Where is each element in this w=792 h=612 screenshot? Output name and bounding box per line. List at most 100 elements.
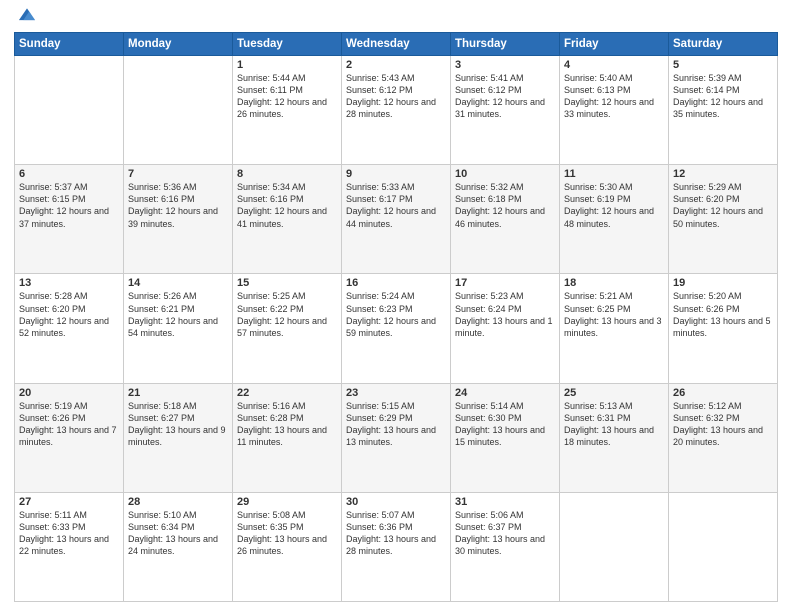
- logo: [14, 14, 38, 26]
- day-number: 29: [237, 496, 337, 508]
- day-number: 2: [346, 59, 446, 71]
- day-number: 11: [564, 168, 664, 180]
- day-number: 7: [128, 168, 228, 180]
- calendar-cell: 2Sunrise: 5:43 AMSunset: 6:12 PMDaylight…: [342, 56, 451, 165]
- day-number: 20: [19, 387, 119, 399]
- day-number: 25: [564, 387, 664, 399]
- day-info: Sunrise: 5:10 AMSunset: 6:34 PMDaylight:…: [128, 509, 228, 558]
- day-number: 9: [346, 168, 446, 180]
- day-info: Sunrise: 5:18 AMSunset: 6:27 PMDaylight:…: [128, 400, 228, 449]
- calendar-week-row: 27Sunrise: 5:11 AMSunset: 6:33 PMDayligh…: [15, 492, 778, 601]
- calendar-cell: 16Sunrise: 5:24 AMSunset: 6:23 PMDayligh…: [342, 274, 451, 383]
- header: [14, 10, 778, 26]
- weekday-header: Monday: [124, 33, 233, 56]
- logo-icon: [16, 4, 38, 26]
- day-info: Sunrise: 5:08 AMSunset: 6:35 PMDaylight:…: [237, 509, 337, 558]
- calendar-cell: 28Sunrise: 5:10 AMSunset: 6:34 PMDayligh…: [124, 492, 233, 601]
- day-info: Sunrise: 5:41 AMSunset: 6:12 PMDaylight:…: [455, 72, 555, 121]
- day-number: 23: [346, 387, 446, 399]
- day-info: Sunrise: 5:32 AMSunset: 6:18 PMDaylight:…: [455, 181, 555, 230]
- day-number: 4: [564, 59, 664, 71]
- day-number: 1: [237, 59, 337, 71]
- calendar-table: SundayMondayTuesdayWednesdayThursdayFrid…: [14, 32, 778, 602]
- calendar-cell: 5Sunrise: 5:39 AMSunset: 6:14 PMDaylight…: [669, 56, 778, 165]
- calendar-cell: 18Sunrise: 5:21 AMSunset: 6:25 PMDayligh…: [560, 274, 669, 383]
- day-info: Sunrise: 5:20 AMSunset: 6:26 PMDaylight:…: [673, 290, 773, 339]
- day-info: Sunrise: 5:06 AMSunset: 6:37 PMDaylight:…: [455, 509, 555, 558]
- calendar-cell: 22Sunrise: 5:16 AMSunset: 6:28 PMDayligh…: [233, 383, 342, 492]
- calendar-cell: 25Sunrise: 5:13 AMSunset: 6:31 PMDayligh…: [560, 383, 669, 492]
- calendar-cell: 13Sunrise: 5:28 AMSunset: 6:20 PMDayligh…: [15, 274, 124, 383]
- calendar-cell: 8Sunrise: 5:34 AMSunset: 6:16 PMDaylight…: [233, 165, 342, 274]
- day-number: 19: [673, 277, 773, 289]
- day-number: 14: [128, 277, 228, 289]
- calendar-cell: 12Sunrise: 5:29 AMSunset: 6:20 PMDayligh…: [669, 165, 778, 274]
- calendar-cell: 24Sunrise: 5:14 AMSunset: 6:30 PMDayligh…: [451, 383, 560, 492]
- page: SundayMondayTuesdayWednesdayThursdayFrid…: [0, 0, 792, 612]
- calendar-cell: 19Sunrise: 5:20 AMSunset: 6:26 PMDayligh…: [669, 274, 778, 383]
- day-number: 6: [19, 168, 119, 180]
- day-info: Sunrise: 5:33 AMSunset: 6:17 PMDaylight:…: [346, 181, 446, 230]
- day-number: 24: [455, 387, 555, 399]
- calendar-cell: 9Sunrise: 5:33 AMSunset: 6:17 PMDaylight…: [342, 165, 451, 274]
- day-info: Sunrise: 5:36 AMSunset: 6:16 PMDaylight:…: [128, 181, 228, 230]
- calendar-cell: 1Sunrise: 5:44 AMSunset: 6:11 PMDaylight…: [233, 56, 342, 165]
- day-info: Sunrise: 5:12 AMSunset: 6:32 PMDaylight:…: [673, 400, 773, 449]
- calendar-cell: 21Sunrise: 5:18 AMSunset: 6:27 PMDayligh…: [124, 383, 233, 492]
- day-info: Sunrise: 5:34 AMSunset: 6:16 PMDaylight:…: [237, 181, 337, 230]
- day-info: Sunrise: 5:37 AMSunset: 6:15 PMDaylight:…: [19, 181, 119, 230]
- calendar-cell: 15Sunrise: 5:25 AMSunset: 6:22 PMDayligh…: [233, 274, 342, 383]
- day-number: 8: [237, 168, 337, 180]
- day-number: 5: [673, 59, 773, 71]
- day-number: 18: [564, 277, 664, 289]
- day-info: Sunrise: 5:15 AMSunset: 6:29 PMDaylight:…: [346, 400, 446, 449]
- day-info: Sunrise: 5:16 AMSunset: 6:28 PMDaylight:…: [237, 400, 337, 449]
- day-number: 10: [455, 168, 555, 180]
- calendar-cell: 4Sunrise: 5:40 AMSunset: 6:13 PMDaylight…: [560, 56, 669, 165]
- day-info: Sunrise: 5:21 AMSunset: 6:25 PMDaylight:…: [564, 290, 664, 339]
- day-number: 30: [346, 496, 446, 508]
- day-info: Sunrise: 5:07 AMSunset: 6:36 PMDaylight:…: [346, 509, 446, 558]
- weekday-header: Tuesday: [233, 33, 342, 56]
- day-info: Sunrise: 5:19 AMSunset: 6:26 PMDaylight:…: [19, 400, 119, 449]
- calendar-week-row: 13Sunrise: 5:28 AMSunset: 6:20 PMDayligh…: [15, 274, 778, 383]
- calendar-cell: 11Sunrise: 5:30 AMSunset: 6:19 PMDayligh…: [560, 165, 669, 274]
- day-number: 15: [237, 277, 337, 289]
- calendar-week-row: 6Sunrise: 5:37 AMSunset: 6:15 PMDaylight…: [15, 165, 778, 274]
- day-info: Sunrise: 5:39 AMSunset: 6:14 PMDaylight:…: [673, 72, 773, 121]
- calendar-cell: 31Sunrise: 5:06 AMSunset: 6:37 PMDayligh…: [451, 492, 560, 601]
- day-info: Sunrise: 5:25 AMSunset: 6:22 PMDaylight:…: [237, 290, 337, 339]
- calendar-cell: 26Sunrise: 5:12 AMSunset: 6:32 PMDayligh…: [669, 383, 778, 492]
- day-info: Sunrise: 5:24 AMSunset: 6:23 PMDaylight:…: [346, 290, 446, 339]
- day-number: 17: [455, 277, 555, 289]
- calendar-cell: 30Sunrise: 5:07 AMSunset: 6:36 PMDayligh…: [342, 492, 451, 601]
- calendar-cell: [15, 56, 124, 165]
- day-info: Sunrise: 5:28 AMSunset: 6:20 PMDaylight:…: [19, 290, 119, 339]
- day-info: Sunrise: 5:40 AMSunset: 6:13 PMDaylight:…: [564, 72, 664, 121]
- weekday-header: Sunday: [15, 33, 124, 56]
- day-number: 26: [673, 387, 773, 399]
- calendar-week-row: 20Sunrise: 5:19 AMSunset: 6:26 PMDayligh…: [15, 383, 778, 492]
- day-info: Sunrise: 5:30 AMSunset: 6:19 PMDaylight:…: [564, 181, 664, 230]
- calendar-cell: 17Sunrise: 5:23 AMSunset: 6:24 PMDayligh…: [451, 274, 560, 383]
- day-number: 3: [455, 59, 555, 71]
- day-info: Sunrise: 5:26 AMSunset: 6:21 PMDaylight:…: [128, 290, 228, 339]
- day-number: 31: [455, 496, 555, 508]
- calendar-cell: [560, 492, 669, 601]
- calendar-cell: 7Sunrise: 5:36 AMSunset: 6:16 PMDaylight…: [124, 165, 233, 274]
- weekday-header: Thursday: [451, 33, 560, 56]
- day-number: 27: [19, 496, 119, 508]
- day-number: 12: [673, 168, 773, 180]
- day-info: Sunrise: 5:23 AMSunset: 6:24 PMDaylight:…: [455, 290, 555, 339]
- calendar-cell: 14Sunrise: 5:26 AMSunset: 6:21 PMDayligh…: [124, 274, 233, 383]
- calendar-cell: 20Sunrise: 5:19 AMSunset: 6:26 PMDayligh…: [15, 383, 124, 492]
- calendar-cell: 29Sunrise: 5:08 AMSunset: 6:35 PMDayligh…: [233, 492, 342, 601]
- calendar-header-row: SundayMondayTuesdayWednesdayThursdayFrid…: [15, 33, 778, 56]
- day-number: 13: [19, 277, 119, 289]
- calendar-cell: 27Sunrise: 5:11 AMSunset: 6:33 PMDayligh…: [15, 492, 124, 601]
- weekday-header: Saturday: [669, 33, 778, 56]
- calendar-cell: 23Sunrise: 5:15 AMSunset: 6:29 PMDayligh…: [342, 383, 451, 492]
- day-info: Sunrise: 5:44 AMSunset: 6:11 PMDaylight:…: [237, 72, 337, 121]
- calendar-cell: 10Sunrise: 5:32 AMSunset: 6:18 PMDayligh…: [451, 165, 560, 274]
- day-info: Sunrise: 5:13 AMSunset: 6:31 PMDaylight:…: [564, 400, 664, 449]
